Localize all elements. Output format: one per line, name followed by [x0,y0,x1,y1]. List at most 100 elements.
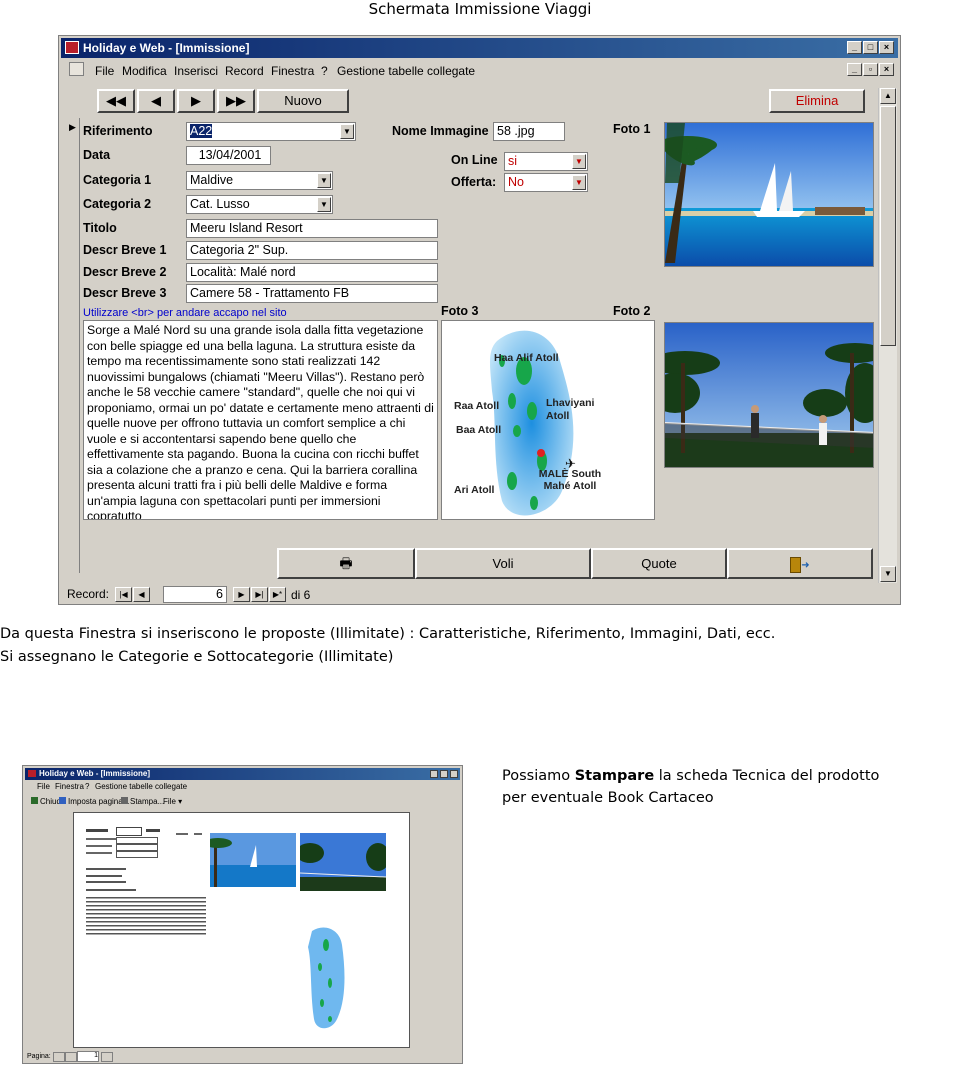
quote-button[interactable]: Quote [591,548,727,579]
map-label-ari: Ari Atoll [454,484,495,496]
vertical-scrollbar[interactable]: ▲ ▼ [878,88,897,583]
menu-modifica[interactable]: Modifica [122,64,167,78]
menu-inserisci[interactable]: Inserisci [174,64,218,78]
child-close-icon[interactable]: × [879,63,894,76]
preview-menu-gestione[interactable]: Gestione tabelle collegate [95,782,187,791]
nome-immagine-field[interactable]: 58 .jpg [493,122,565,141]
label-descr2: Descr Breve 2 [83,265,167,279]
foto3-map: ✈ Haa Alif Atoll Raa Atoll Lhaviyani Ato… [441,320,655,520]
riferimento-combo[interactable]: A22 ▼ [186,122,356,141]
last-record-button[interactable]: ▶▶ [217,89,255,113]
page-setup-icon [59,797,66,804]
chevron-down-icon[interactable]: ▼ [572,154,586,169]
elimina-button[interactable]: Elimina [769,89,865,113]
page-prev-icon[interactable] [65,1052,77,1062]
printer-icon [121,797,128,804]
print-preview-window: Holiday e Web - [Immissione] File Finest… [22,765,463,1064]
preview-close-button[interactable]: Chiudi [31,797,63,806]
map-label-male: MALÈ South Mahé Atoll [538,468,602,492]
foto1-image [664,122,874,267]
child-restore-icon[interactable]: ▫ [863,63,878,76]
menu-gestione[interactable]: Gestione tabelle collegate [337,64,475,78]
menu-file[interactable]: File [95,64,114,78]
stampa-button[interactable]: Stampa... [121,797,164,806]
label-foto1: Foto 1 [613,122,651,136]
label-categoria2: Categoria 2 [83,197,152,211]
maximize-icon[interactable]: □ [863,41,878,54]
page-first-icon[interactable] [53,1052,65,1062]
page-setup-button[interactable]: Imposta pagina... [59,797,129,806]
minimize-icon[interactable]: _ [847,41,862,54]
offerta-combo[interactable]: No ▼ [504,173,588,192]
description-memo[interactable]: Sorge a Malé Nord su una grande isola da… [83,320,438,520]
voli-button[interactable]: Voli [415,548,591,579]
map-label-raa: Raa Atoll [454,400,500,412]
rec-next-icon[interactable]: ▶ [233,587,250,602]
chevron-down-icon[interactable]: ▼ [572,175,586,190]
label-on-line: On Line [451,153,498,167]
main-window: Holiday e Web - [Immissione] _ □ × File … [58,35,901,605]
chevron-down-icon[interactable]: ▼ [317,173,331,188]
scroll-thumb[interactable] [880,106,896,346]
prev-record-button[interactable]: ◀ [137,89,175,113]
close-icon[interactable]: × [879,41,894,54]
label-data: Data [83,148,111,162]
page-number-input[interactable]: 1 [77,1051,99,1062]
chevron-down-icon[interactable]: ▼ [340,124,354,139]
map-label-haa: Haa Alif Atoll [494,352,559,364]
preview-title-bar: Holiday e Web - [Immissione] [25,768,460,780]
page-next-icon[interactable] [101,1052,113,1062]
categoria2-combo[interactable]: Cat. Lusso ▼ [186,195,333,214]
nuovo-button[interactable]: Nuovo [257,89,349,113]
preview-menu-finestra[interactable]: Finestra [55,782,84,791]
print-caption-line1: Possiamo Stampare la scheda Tecnica del … [502,768,880,784]
close-doc-icon [31,797,38,804]
label-nome-immagine: Nome Immagine [392,124,489,138]
window-title: Holiday e Web - [Immissione] [83,41,250,55]
first-record-button[interactable]: ◀◀ [97,89,135,113]
form-icon[interactable] [69,62,84,76]
page-title: Schermata Immissione Viaggi [368,0,592,18]
scroll-down-icon[interactable]: ▼ [880,566,896,582]
rec-new-icon[interactable]: ▶* [269,587,286,602]
descr1-field[interactable]: Categoria 2" Sup. [186,241,438,260]
preview-file-dropdown[interactable]: File ▾ [163,797,182,806]
preview-menu-file[interactable]: File [37,782,50,791]
preview-minimize-icon[interactable] [430,770,438,778]
preview-close-icon[interactable] [450,770,458,778]
descr2-field[interactable]: Località: Malé nord [186,263,438,282]
record-selector[interactable]: ▶ [65,118,80,573]
title-bar: Holiday e Web - [Immissione] _ □ × [61,38,898,58]
print-caption-line2: per eventuale Book Cartaceo [502,790,714,806]
preview-map [296,923,360,1031]
data-field[interactable]: 13/04/2001 [186,146,271,165]
descr3-field[interactable]: Camere 58 - Trattamento FB [186,284,438,303]
page-label: Pagina: [27,1053,51,1060]
menu-finestra[interactable]: Finestra [271,64,314,78]
preview-menu-help[interactable]: ? [85,782,89,791]
record-number-input[interactable]: 6 [163,586,227,603]
label-descr3: Descr Breve 3 [83,286,167,300]
titolo-field[interactable]: Meeru Island Resort [186,219,438,238]
on-line-combo[interactable]: si ▼ [504,152,588,171]
scroll-up-icon[interactable]: ▲ [880,88,896,104]
chevron-down-icon[interactable]: ▼ [317,197,331,212]
child-minimize-icon[interactable]: _ [847,63,862,76]
label-foto3: Foto 3 [441,304,479,318]
foto2-image [664,322,874,468]
map-label-baa: Baa Atoll [456,424,502,436]
br-hint: Utilizzare <br> per andare accapo nel si… [83,307,287,319]
rec-prev-icon[interactable]: ◀ [133,587,150,602]
menu-record[interactable]: Record [225,64,264,78]
print-button[interactable]: 🖶 [277,548,415,579]
label-foto2: Foto 2 [613,304,651,318]
rec-first-icon[interactable]: |◀ [115,587,132,602]
preview-maximize-icon[interactable] [440,770,448,778]
next-record-button[interactable]: ▶ [177,89,215,113]
exit-button[interactable]: ➜ [727,548,873,579]
rec-last-icon[interactable]: ▶| [251,587,268,602]
arrow-right-icon: ➜ [801,560,810,571]
exit-door-icon [790,556,802,573]
categoria1-combo[interactable]: Maldive ▼ [186,171,333,190]
menu-help[interactable]: ? [321,64,328,78]
